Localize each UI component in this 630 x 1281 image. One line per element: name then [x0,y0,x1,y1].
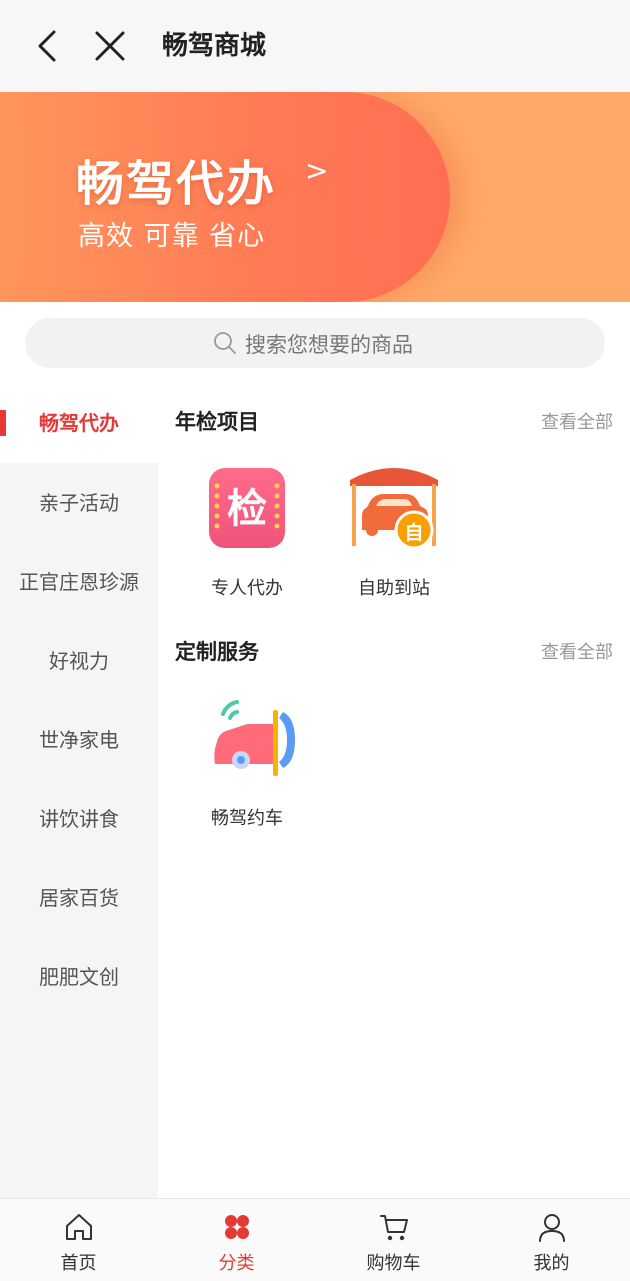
sidebar-item-food[interactable]: 讲饮讲食 [0,780,158,859]
tab-label: 首页 [60,1253,97,1274]
section-title-custom: 定制服务 [175,640,259,664]
inspection-badge-text: 检 [227,486,267,532]
car-station-icon: 自 [346,462,442,558]
item-label: 畅驾约车 [211,808,283,829]
top-bar: 畅驾商城 [0,0,630,92]
tab-label: 我的 [533,1253,570,1274]
car-station-badge-text: 自 [404,522,424,544]
banner-subtitle: 高效 可靠 省心 [78,221,266,252]
page-title: 畅驾商城 [162,31,267,61]
service-item[interactable]: 自 自助到站 [329,462,459,600]
user-icon [536,1211,568,1243]
category-icon [221,1211,253,1243]
sidebar-item-vision[interactable]: 好视力 [0,622,158,701]
item-label: 专人代办 [211,578,283,599]
item-label: 自助到站 [358,578,430,599]
category-sidebar: 畅驾代办 亲子活动 正官庄恩珍源 好视力 世净家电 讲饮讲食 居家百货 肥肥文创 [0,384,158,1198]
banner-title: 畅驾代办 [76,156,277,212]
search-area: 搜索您想要的商品 [0,302,630,384]
sidebar-item-household[interactable]: 居家百货 [0,859,158,938]
home-icon [63,1211,95,1243]
back-arrow-icon[interactable] [28,26,68,66]
close-icon[interactable] [90,26,130,66]
search-placeholder: 搜索您想要的商品 [245,333,413,357]
sidebar-item-parenting[interactable]: 亲子活动 [0,464,158,543]
search-icon [213,331,237,355]
tab-home[interactable]: 首页 [0,1199,157,1281]
sidebar-item-zhengguanzhuang[interactable]: 正官庄恩珍源 [0,543,158,622]
car-call-icon [199,692,295,788]
bottom-tab-bar: 首页 分类 购物车 我的 [0,1198,630,1281]
sidebar-item-appliances[interactable]: 世净家电 [0,701,158,780]
sidebar-item-creative[interactable]: 肥肥文创 [0,938,158,1017]
tab-label: 分类 [218,1253,255,1274]
promo-banner[interactable]: 畅驾代办 > 高效 可靠 省心 [0,92,630,302]
tab-me[interactable]: 我的 [473,1199,630,1281]
view-all-link[interactable]: 查看全部 [541,408,613,434]
sidebar-item-changjia[interactable]: 畅驾代办 [0,384,158,463]
banner-arrow: > [305,154,329,187]
section-title-inspection: 年检项目 [175,410,259,434]
service-item[interactable]: 检 专人代办 [182,462,312,600]
tab-category[interactable]: 分类 [158,1199,315,1281]
service-item[interactable]: 畅驾约车 [182,692,312,830]
tab-label: 购物车 [366,1253,421,1274]
search-input[interactable]: 搜索您想要的商品 [25,318,605,368]
inspection-badge-icon: 检 [199,462,295,558]
cart-icon [378,1211,410,1243]
tab-cart[interactable]: 购物车 [315,1199,472,1281]
view-all-link[interactable]: 查看全部 [541,638,613,664]
